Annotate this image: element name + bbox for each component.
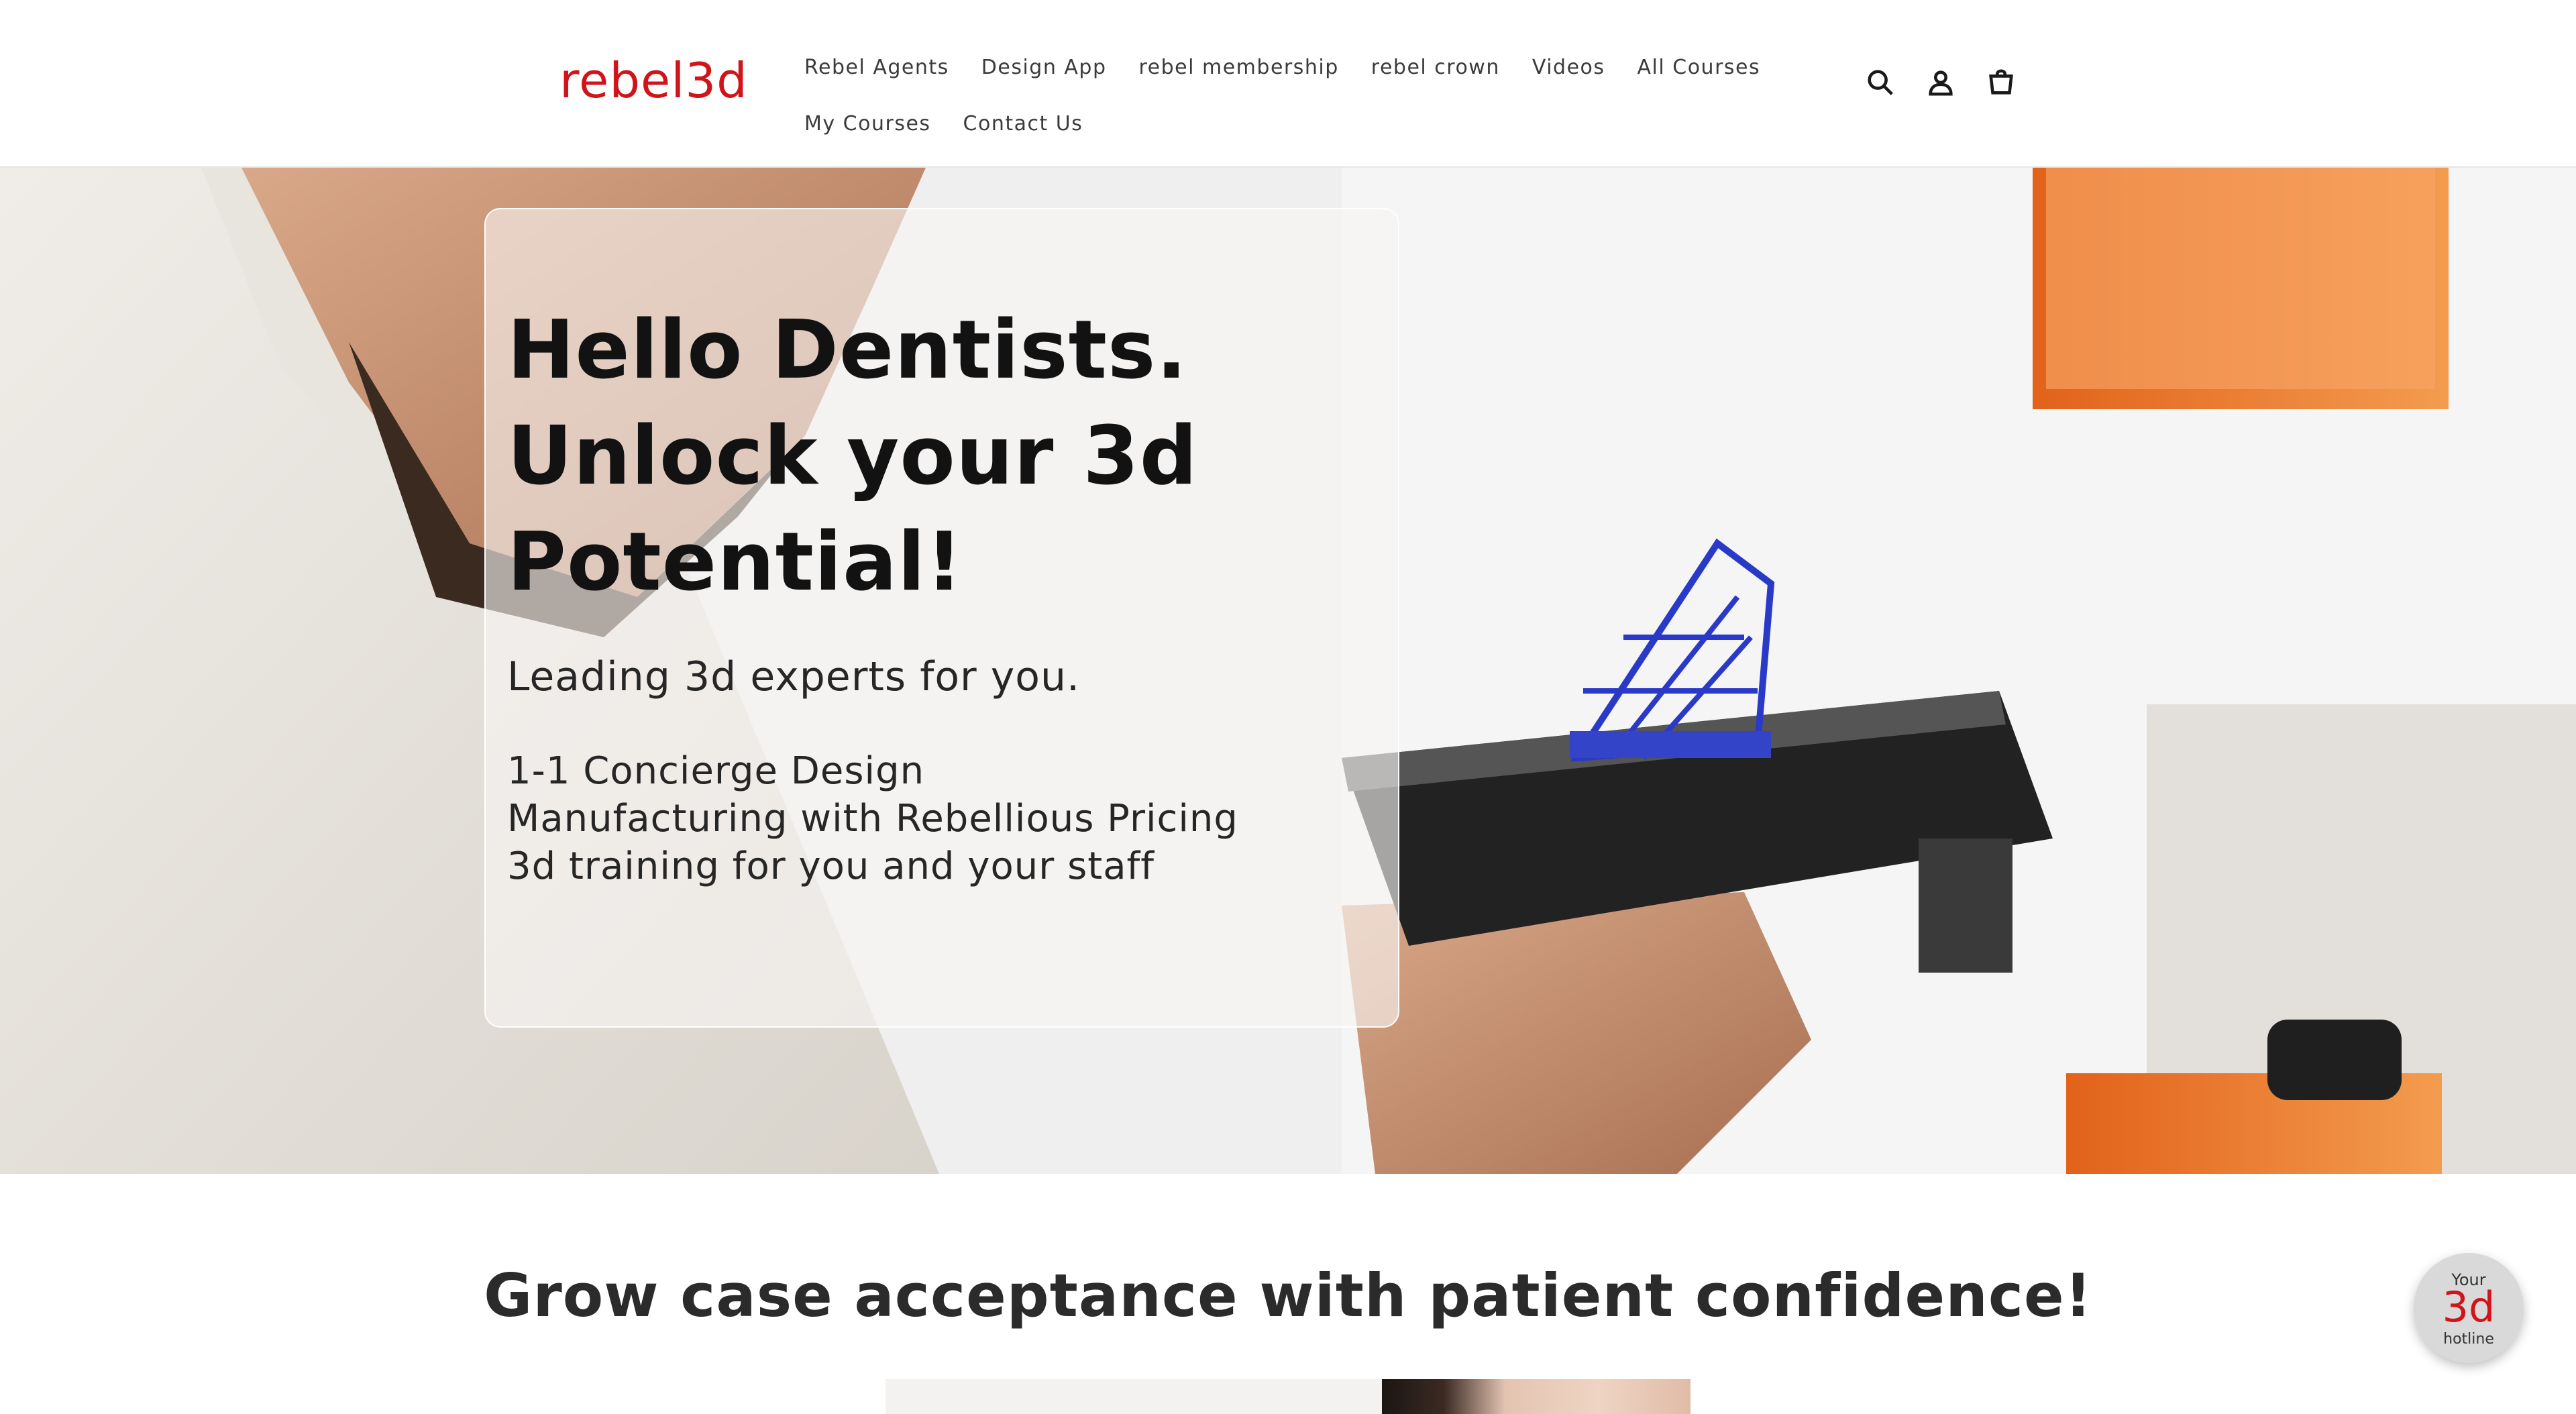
nav-videos[interactable]: Videos <box>1532 56 1605 79</box>
cart-icon <box>1989 69 2013 95</box>
hero-title-line-3: Potential! <box>507 516 963 609</box>
section-preview-image <box>885 1379 1690 1414</box>
hero-banner: Hello Dentists. Unlock your 3d Potential… <box>0 168 2576 1174</box>
nav-rebel-crown[interactable]: rebel crown <box>1371 56 1500 79</box>
preview-face-image <box>1382 1379 1690 1414</box>
hero-title-line-1: Hello Dentists. <box>507 304 1188 397</box>
hero-feature-list: 1-1 Concierge Design Manufacturing with … <box>507 747 1238 890</box>
hero-feature-item: 1-1 Concierge Design <box>507 749 925 793</box>
main-nav: Rebel Agents Design App rebel membership… <box>804 39 1760 152</box>
hotline-bottom-label: hotline <box>2443 1331 2494 1348</box>
hotline-3d-label: 3d <box>2442 1283 2496 1331</box>
hero-title-line-2: Unlock your 3d <box>507 410 1198 503</box>
nav-design-app[interactable]: Design App <box>981 56 1107 79</box>
site-header: rebel3d Rebel Agents Design App rebel me… <box>0 0 2576 168</box>
cart-button[interactable] <box>1983 64 2019 101</box>
hero-feature-item: 3d training for you and your staff <box>507 845 1155 888</box>
nav-row-2: My Courses Contact Us <box>804 95 1723 152</box>
logo[interactable]: rebel3d <box>559 52 748 109</box>
nav-contact-us[interactable]: Contact Us <box>963 112 1083 135</box>
nav-rebel-agents[interactable]: Rebel Agents <box>804 56 949 79</box>
hotline-badge[interactable]: Your 3d hotline <box>2414 1253 2524 1363</box>
section-title: Grow case acceptance with patient confid… <box>484 1261 2092 1330</box>
account-icon <box>1929 70 1953 96</box>
nav-rebel-membership[interactable]: rebel membership <box>1139 56 1339 79</box>
nav-all-courses[interactable]: All Courses <box>1638 56 1761 79</box>
account-button[interactable] <box>1923 64 1959 101</box>
hero-title: Hello Dentists. Unlock your 3d Potential… <box>507 298 1379 616</box>
hero-feature-item: Manufacturing with Rebellious Pricing <box>507 797 1238 840</box>
nav-row-1: Rebel Agents Design App rebel membership… <box>804 39 1760 95</box>
search-icon <box>1868 70 1893 95</box>
nav-my-courses[interactable]: My Courses <box>804 112 931 135</box>
header-icons <box>1862 64 2019 101</box>
hero-subtitle: Leading 3d experts for you. <box>507 653 1081 700</box>
search-button[interactable] <box>1862 64 1898 101</box>
